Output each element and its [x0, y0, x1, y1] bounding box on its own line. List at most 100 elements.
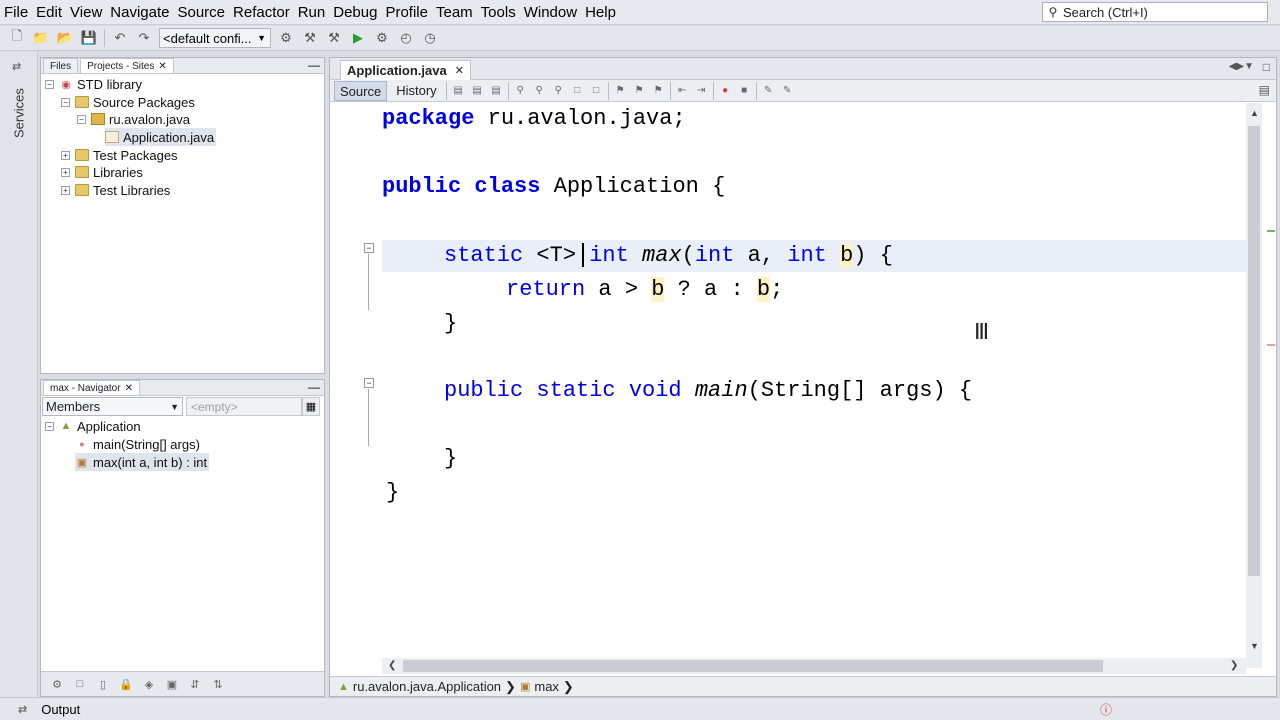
tab-application-java[interactable]: Application.java ✕	[340, 60, 471, 80]
config-select[interactable]: <default confi... ▼	[159, 28, 271, 48]
menu-debug[interactable]: Debug	[329, 0, 381, 25]
tree-item-test-packages[interactable]: + Test Packages	[61, 146, 178, 164]
horizontal-scroll-thumb[interactable]	[403, 660, 1103, 672]
notification-icon[interactable]: ⓘ	[1100, 701, 1112, 718]
debug-icon[interactable]: ⚙	[373, 29, 391, 47]
shift-right-icon[interactable]: ⇥	[694, 83, 709, 98]
tree-item-package[interactable]: − ru.avalon.java	[77, 110, 190, 128]
breadcrumb-class[interactable]: ru.avalon.java.Application	[353, 679, 501, 694]
stop-macro-icon[interactable]: ■	[737, 83, 752, 98]
tree-item-libraries[interactable]: + Libraries	[61, 163, 143, 181]
menu-profile[interactable]: Profile	[381, 0, 432, 25]
redo-icon[interactable]: ↷	[135, 29, 153, 47]
start-macro-icon[interactable]: ●	[718, 83, 733, 98]
next-bookmark-icon[interactable]: ⚑	[632, 83, 647, 98]
scroll-down-icon[interactable]: ▼	[1250, 641, 1259, 651]
split-editor-icon[interactable]: ▤	[1259, 83, 1270, 97]
scroll-right-icon[interactable]: ❯	[1230, 660, 1238, 671]
find-prev-icon[interactable]: ⚲	[532, 83, 547, 98]
history-button[interactable]: History	[391, 81, 441, 101]
shift-left-icon[interactable]: ⇤	[675, 83, 690, 98]
minimize-icon[interactable]: —	[308, 380, 320, 394]
search-input[interactable]: ⚲ Search (Ctrl+I)	[1042, 2, 1268, 22]
scroll-left-icon[interactable]: ❮	[388, 660, 396, 671]
filter-options-icon[interactable]: ▦	[302, 397, 320, 416]
tree-item-source-packages[interactable]: − Source Packages	[61, 93, 195, 111]
new-file-icon[interactable]: 🗋	[8, 28, 26, 47]
inherited-icon[interactable]: ◈	[141, 676, 157, 692]
filter-fields-icon[interactable]: ⚙	[49, 676, 65, 692]
filter-nonpublic-icon[interactable]: ▯	[95, 676, 111, 692]
scroll-tabs-icon[interactable]: ◀▶▼	[1229, 61, 1254, 72]
toggle-bookmark-icon[interactable]: ⚑	[651, 83, 666, 98]
nav-item-max[interactable]: ▣ max(int a, int b) : int	[75, 453, 210, 471]
menu-edit[interactable]: Edit	[32, 0, 66, 25]
services-tab[interactable]: Services	[10, 78, 28, 148]
filter-static-icon[interactable]: □	[72, 676, 88, 692]
lock-icon[interactable]: 🔒	[118, 676, 134, 692]
collapse-icon[interactable]: −	[61, 97, 70, 107]
tab-files[interactable]: Files	[43, 58, 79, 73]
menu-window[interactable]: Window	[520, 0, 581, 25]
comment-icon[interactable]: ✎	[761, 83, 776, 98]
run-icon[interactable]: ▶	[349, 29, 367, 47]
restore-icon[interactable]: ⇄	[12, 60, 21, 73]
clean-build-icon[interactable]: ⚒	[325, 29, 343, 47]
gear-icon[interactable]: ⚙	[277, 29, 295, 47]
tree-item-file[interactable]: Application.java	[105, 128, 217, 146]
collapse-icon[interactable]: −	[77, 114, 86, 124]
error-stripe-mark[interactable]	[1267, 230, 1275, 232]
new-project-icon[interactable]: 📁	[32, 29, 50, 47]
undo-icon[interactable]: ↶	[111, 29, 129, 47]
source-button[interactable]: Source	[334, 80, 388, 101]
menu-run[interactable]: Run	[294, 0, 330, 25]
restore-icon[interactable]: ⇄	[18, 703, 27, 716]
profile-icon[interactable]: ◴	[397, 29, 415, 47]
breadcrumb-method[interactable]: max	[534, 679, 559, 694]
uncomment-icon[interactable]: ✎	[780, 83, 795, 98]
close-icon[interactable]: ✕	[125, 383, 133, 394]
tab-projects[interactable]: Projects - Sites ✕	[80, 58, 174, 73]
nav-item-class[interactable]: − ▲ Application	[45, 417, 141, 435]
save-all-icon[interactable]: 💾	[80, 29, 98, 47]
tree-item-project[interactable]: − ◉ STD library	[45, 75, 142, 93]
status-icon[interactable]: ◷	[421, 29, 439, 47]
filter-input[interactable]: <empty>	[186, 397, 302, 416]
minimize-icon[interactable]: —	[308, 58, 320, 72]
error-stripe-mark[interactable]	[1267, 344, 1275, 346]
fold-toggle-icon[interactable]: −	[364, 378, 374, 388]
maximize-icon[interactable]: □	[1263, 60, 1270, 74]
build-icon[interactable]: ⚒	[301, 29, 319, 47]
expand-icon[interactable]: +	[61, 167, 70, 177]
close-icon[interactable]: ✕	[158, 61, 166, 72]
fold-toggle-icon[interactable]: −	[364, 243, 374, 253]
menu-view[interactable]: View	[66, 0, 106, 25]
back-icon[interactable]: ▤	[451, 83, 466, 98]
vertical-scroll-thumb[interactable]	[1248, 126, 1260, 576]
nav-item-main[interactable]: ● main(String[] args)	[75, 435, 200, 453]
prev-bookmark-icon[interactable]: ⚑	[613, 83, 628, 98]
collapse-icon[interactable]: −	[45, 421, 54, 431]
menu-refactor[interactable]: Refactor	[229, 0, 294, 25]
members-select[interactable]: Members ▼	[42, 397, 183, 416]
close-icon[interactable]: ✕	[455, 64, 464, 77]
output-tab[interactable]: Output	[41, 702, 80, 717]
forward-icon[interactable]: ▤	[470, 83, 485, 98]
collapse-icon[interactable]: −	[45, 79, 54, 89]
sort-icon[interactable]: ⇵	[187, 676, 203, 692]
menu-file[interactable]: File	[0, 0, 32, 25]
menu-tools[interactable]: Tools	[477, 0, 520, 25]
find-next-icon[interactable]: ⚲	[551, 83, 566, 98]
code-editor[interactable]: package ru.avalon.java; public class App…	[382, 103, 1246, 668]
find-icon[interactable]: ⚲	[513, 83, 528, 98]
last-edit-icon[interactable]: ▤	[489, 83, 504, 98]
expand-icon[interactable]: +	[61, 185, 70, 195]
menu-team[interactable]: Team	[432, 0, 477, 25]
scroll-up-icon[interactable]: ▲	[1250, 108, 1259, 118]
sort-alpha-icon[interactable]: ⇅	[210, 676, 226, 692]
menu-help[interactable]: Help	[581, 0, 620, 25]
tree-item-test-libraries[interactable]: + Test Libraries	[61, 181, 170, 199]
fqn-icon[interactable]: ▣	[164, 676, 180, 692]
expand-icon[interactable]: +	[61, 150, 70, 160]
open-project-icon[interactable]: 📂	[56, 29, 74, 47]
